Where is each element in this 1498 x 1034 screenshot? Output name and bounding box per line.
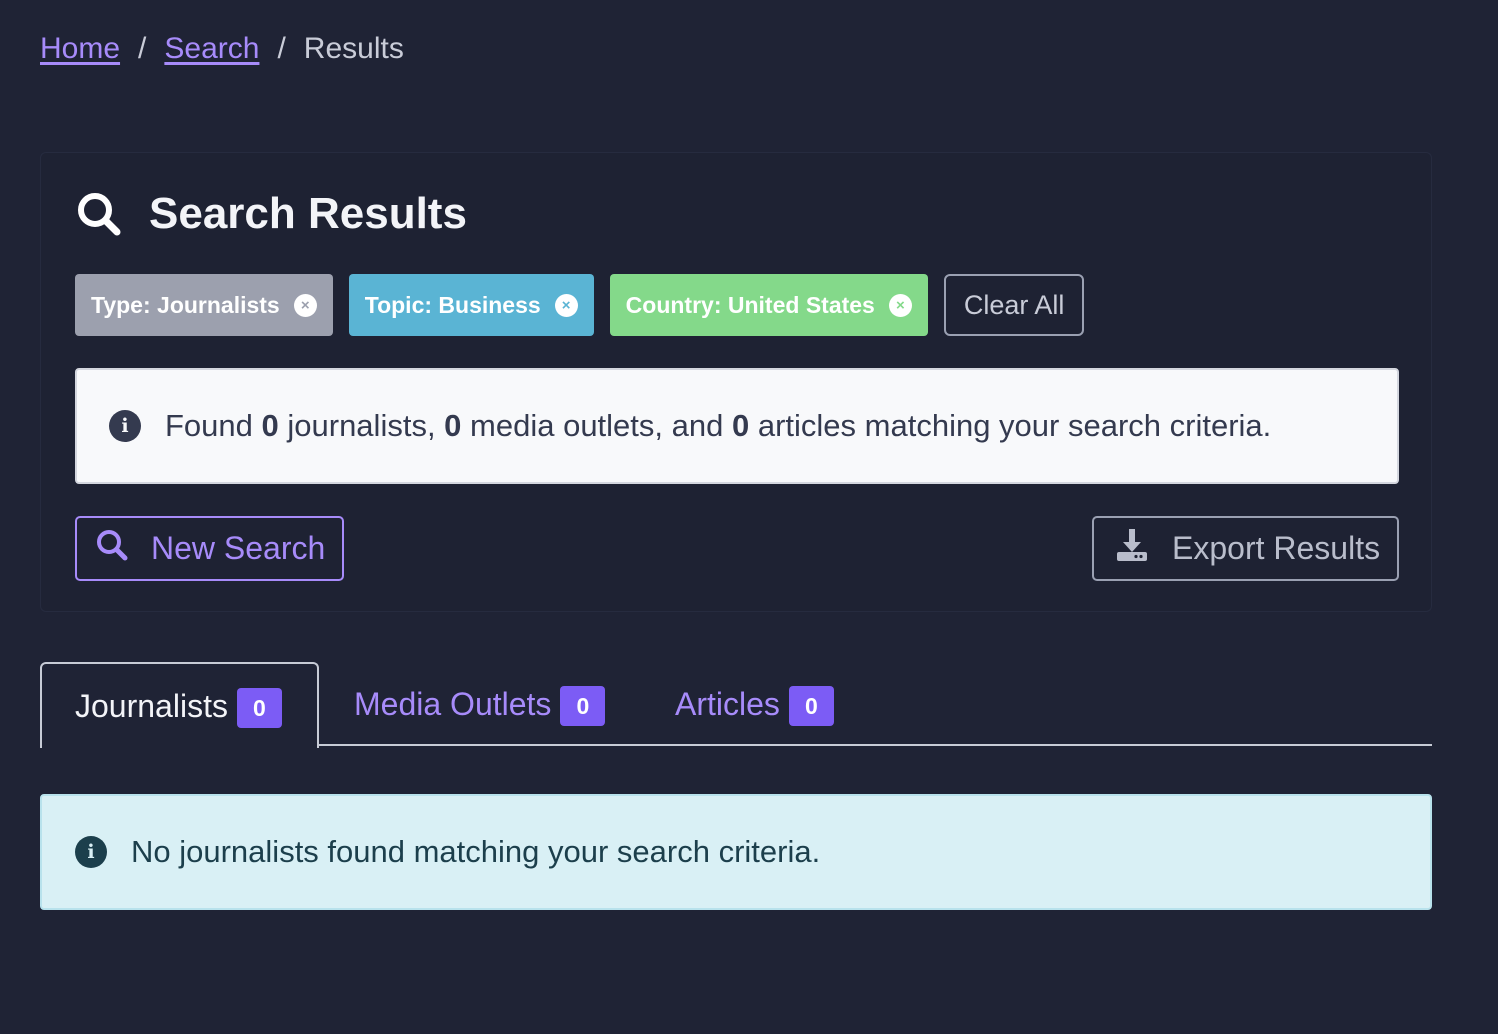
search-icon <box>75 190 123 238</box>
page-title: Search Results <box>149 189 467 238</box>
summary-mid2: media outlets, and <box>461 408 732 443</box>
info-icon: i <box>109 410 141 442</box>
empty-results-message: No journalists found matching your searc… <box>131 834 821 869</box>
download-icon <box>1114 527 1150 571</box>
summary-prefix: Found <box>165 408 262 443</box>
filter-chip-label: Topic: Business <box>364 291 541 318</box>
count-badge: 0 <box>788 686 834 726</box>
new-search-label: New Search <box>151 530 326 566</box>
empty-results-alert: i No journalists found matching your sea… <box>40 794 1432 910</box>
tab-journalists[interactable]: Journalists 0 <box>40 662 319 748</box>
export-results-label: Export Results <box>1172 530 1381 566</box>
breadcrumb-search-link[interactable]: Search <box>164 30 259 68</box>
card-header: Search Results <box>75 189 467 239</box>
active-filters: Type: Journalists × Topic: Business × Co… <box>75 274 1085 336</box>
journalists-count: 0 <box>261 408 279 443</box>
breadcrumb-current: Results <box>303 32 404 65</box>
tab-label: Journalists <box>75 687 228 724</box>
results-summary-alert: i Found 0 journalists, 0 media outlets, … <box>75 368 1399 484</box>
tab-articles[interactable]: Articles 0 <box>675 662 834 746</box>
export-results-button[interactable]: Export Results <box>1092 516 1399 581</box>
breadcrumb-separator: / <box>277 32 286 65</box>
page: Home / Search / Results Search Results T… <box>0 0 1498 1034</box>
filter-chip-country: Country: United States × <box>609 274 928 336</box>
remove-filter-icon[interactable]: × <box>293 293 317 317</box>
outlets-count: 0 <box>444 408 462 443</box>
tab-media-outlets[interactable]: Media Outlets 0 <box>354 662 606 746</box>
breadcrumb-separator: / <box>138 32 147 65</box>
remove-filter-icon[interactable]: × <box>554 293 578 317</box>
tab-label: Media Outlets <box>354 685 552 722</box>
breadcrumb: Home / Search / Results <box>40 30 404 68</box>
results-tabs: Journalists 0 Media Outlets 0 Articles 0 <box>40 662 1432 748</box>
filter-chip-type: Type: Journalists × <box>75 274 333 336</box>
breadcrumb-home-link[interactable]: Home <box>40 30 120 68</box>
filter-chip-label: Type: Journalists <box>91 291 280 318</box>
filter-chip-topic: Topic: Business × <box>348 274 594 336</box>
clear-all-button[interactable]: Clear All <box>943 274 1085 336</box>
info-icon: i <box>75 836 107 868</box>
search-icon <box>95 528 129 570</box>
summary-mid1: journalists, <box>278 408 445 443</box>
summary-suffix: articles matching your search criteria. <box>749 408 1272 443</box>
count-badge: 0 <box>236 688 282 728</box>
tab-label: Articles <box>675 685 780 722</box>
articles-count: 0 <box>731 408 750 443</box>
new-search-button[interactable]: New Search <box>75 516 344 581</box>
remove-filter-icon[interactable]: × <box>888 293 912 317</box>
results-summary-text: Found 0 journalists, 0 media outlets, an… <box>165 408 1271 444</box>
filter-chip-label: Country: United States <box>625 291 875 318</box>
search-results-card: Search Results Type: Journalists × Topic… <box>40 152 1432 612</box>
count-badge: 0 <box>560 686 606 726</box>
